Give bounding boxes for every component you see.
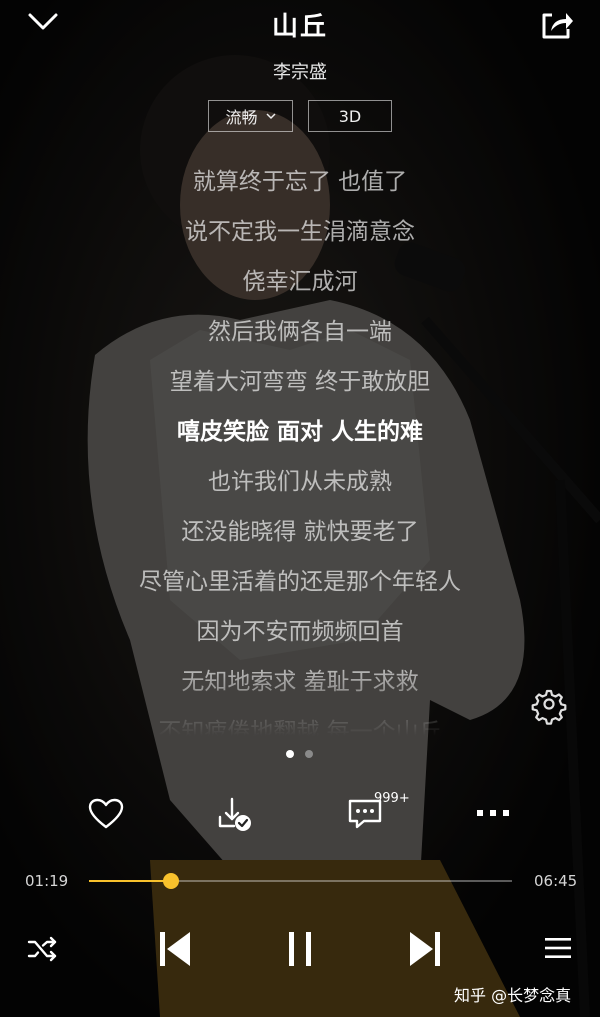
download-check-icon[interactable] [218, 797, 254, 833]
3d-sound-button[interactable]: 3D [308, 100, 392, 132]
progress-fill [89, 880, 172, 882]
watermark: 知乎 @长梦念真 [454, 986, 572, 1005]
lyric-line: 因为不安而频频回首 [196, 619, 404, 645]
lyric-line-current: 嘻皮笑脸 面对 人生的难 [176, 419, 423, 445]
next-icon[interactable] [408, 930, 442, 968]
previous-icon[interactable] [158, 930, 192, 968]
total-duration: 06:45 [534, 872, 578, 890]
3d-label: 3D [338, 106, 362, 126]
lyric-line: 就算终于忘了 也值了 [192, 169, 408, 195]
playlist-icon[interactable] [544, 936, 572, 960]
lyric-line: 望着大河弯弯 终于敢放胆 [169, 369, 431, 395]
artist-name[interactable]: 李宗盛 [0, 58, 600, 84]
quality-select-button[interactable]: 流畅 [208, 100, 293, 132]
lyric-line: 不知疲倦地翻越 每一个山丘 [158, 719, 442, 736]
heart-icon[interactable] [88, 798, 124, 830]
page-dot [305, 750, 313, 758]
lyric-line: 说不定我一生涓滴意念 [185, 219, 415, 245]
lyric-line: 也许我们从未成熟 [208, 469, 392, 495]
lyric-line: 然后我俩各自一端 [208, 319, 392, 345]
chevron-down-icon [265, 113, 276, 120]
song-title: 山丘 [271, 12, 328, 42]
share-icon[interactable] [540, 8, 574, 40]
more-icon[interactable] [475, 808, 511, 818]
quality-label: 流畅 [225, 108, 258, 127]
comment-count-badge: 999+ [374, 791, 410, 806]
lyric-line: 无知地索求 羞耻于求救 [181, 669, 419, 695]
gear-icon[interactable] [531, 689, 567, 725]
pause-icon[interactable] [287, 930, 313, 968]
page-dot-active [286, 750, 294, 758]
lyrics-panel[interactable]: 就算终于忘了 也值了 说不定我一生涓滴意念 侥幸汇成河然后我俩各自一端望着大河弯弯 … [0, 160, 600, 736]
shuffle-icon[interactable] [27, 936, 59, 962]
lyric-line: 侥幸汇成河 [242, 269, 358, 295]
elapsed-time: 01:19 [25, 872, 69, 890]
lyric-line: 还没能晓得 就快要老了 [181, 519, 419, 545]
lyric-line: 尽管心里活着的还是那个年轻人 [139, 569, 461, 595]
